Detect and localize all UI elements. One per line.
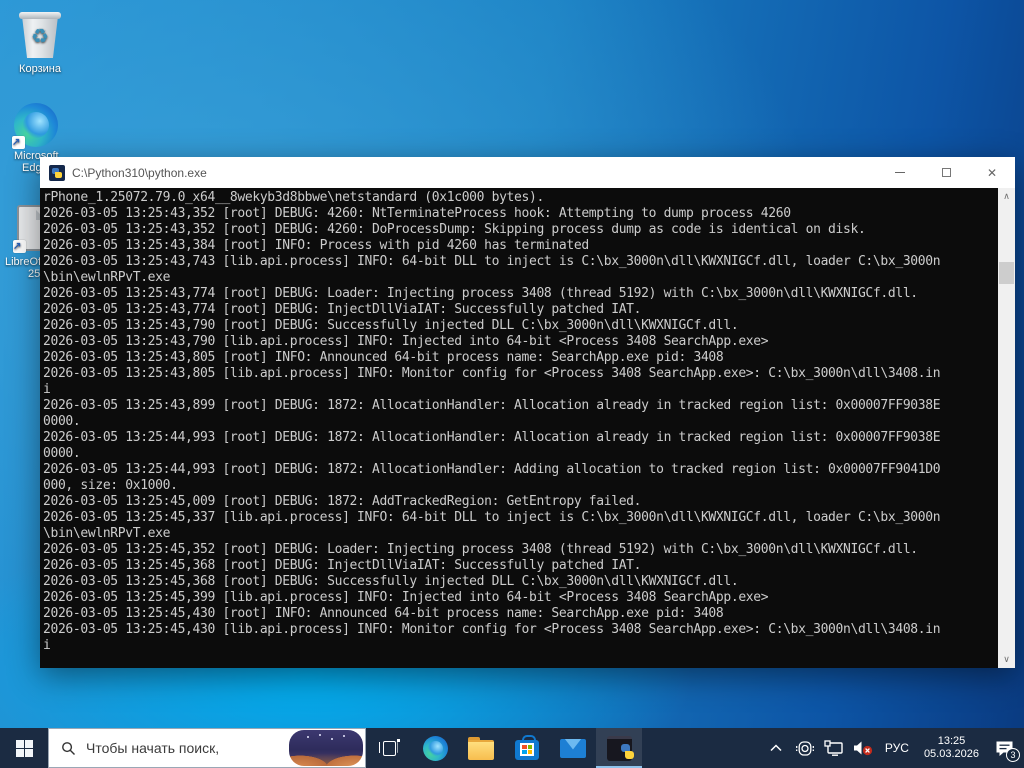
console-log-line: 2026-03-05 13:25:43,774 [root] DEBUG: Lo… [43,286,918,301]
clock[interactable]: 13:25 05.03.2026 [920,735,983,761]
console-log-line: 2026-03-05 13:25:45,430 [root] INFO: Ann… [43,606,724,621]
clock-date: 05.03.2026 [923,748,979,760]
console-log-line: \bin\ewlnRPvT.exe [43,270,171,285]
search-highlight-image[interactable] [289,730,363,766]
taskbar-search[interactable] [48,728,366,768]
console-log-line: i [43,382,51,397]
desktop: ♻ Корзина ↗ Microsoft Edge ↗ LibreOffice… [0,0,1024,768]
console-log-line: 2026-03-05 13:25:44,993 [root] DEBUG: 18… [43,462,941,477]
clock-time: 13:25 [937,735,966,747]
edge-icon: ↗ [12,103,58,149]
language-indicator[interactable]: РУС [881,741,913,755]
console-log-line: 2026-03-05 13:25:45,368 [root] DEBUG: In… [43,558,642,573]
taskbar: РУС 13:25 05.03.2026 3 [0,728,1024,768]
python-console-icon [606,735,634,761]
search-input[interactable] [86,740,285,756]
windows-logo-icon [15,739,33,757]
taskbar-app-file-explorer[interactable] [458,728,504,768]
console-log-line: 0000. [43,414,81,429]
taskbar-app-mail[interactable] [550,728,596,768]
scrollbar-thumb[interactable] [999,262,1014,284]
taskbar-app-python-console[interactable] [596,728,642,768]
desktop-icon-recycle-bin[interactable]: ♻ Корзина [2,8,78,75]
console-log-line: 2026-03-05 13:25:45,337 [lib.api.process… [43,510,941,525]
speaker-muted-icon [853,741,873,756]
tray-expand-button[interactable] [765,728,787,768]
console-log-line: \bin\ewlnRPvT.exe [43,526,171,541]
window-title: C:\Python310\python.exe [72,165,207,180]
scroll-down-icon[interactable]: ∨ [998,651,1015,668]
minimize-icon [895,172,905,173]
recycle-bin-icon: ♻ [16,8,64,60]
notification-badge: 3 [1006,748,1020,762]
console-output[interactable]: rPhone_1.25072.79.0_x64__8wekyb3d8bbwe\n… [40,188,1015,668]
console-log-line: 2026-03-05 13:25:43,352 [root] DEBUG: 42… [43,206,791,221]
console-log-line: 2026-03-05 13:25:45,368 [root] DEBUG: Su… [43,574,739,589]
start-button[interactable] [0,728,48,768]
maximize-button[interactable] [923,157,969,188]
console-log-line: 2026-03-05 13:25:43,774 [root] DEBUG: In… [43,302,642,317]
console-log-line: 2026-03-05 13:25:45,009 [root] DEBUG: 18… [43,494,642,509]
console-log-line: rPhone_1.25072.79.0_x64__8wekyb3d8bbwe\n… [43,190,544,205]
console-log-line: 2026-03-05 13:25:43,805 [root] INFO: Ann… [43,350,724,365]
mail-icon [560,738,586,758]
console-log-line: 2026-03-05 13:25:43,790 [root] DEBUG: Su… [43,318,739,333]
console-log-line: 2026-03-05 13:25:43,805 [lib.api.process… [43,366,941,381]
console-log-line: i [43,638,51,653]
console-log-line: 2026-03-05 13:25:43,352 [root] DEBUG: 42… [43,222,866,237]
file-explorer-icon [468,736,494,760]
shortcut-arrow-icon: ↗ [13,240,26,253]
search-icon [62,741,75,755]
task-view-icon [379,739,400,756]
console-log-line: 0000. [43,446,81,461]
console-log-line: 2026-03-05 13:25:43,899 [root] DEBUG: 18… [43,398,941,413]
scroll-up-icon[interactable]: ∧ [998,188,1015,205]
taskbar-app-edge[interactable] [412,728,458,768]
python-console-icon [49,164,65,181]
console-window: C:\Python310\python.exe ✕ rPhone_1.25072… [40,157,1015,668]
camera-icon [795,740,814,756]
console-scrollbar[interactable]: ∧ ∨ [998,188,1015,668]
console-log-line: 2026-03-05 13:25:45,399 [lib.api.process… [43,590,769,605]
console-log-line: 2026-03-05 13:25:44,993 [root] DEBUG: 18… [43,430,941,445]
console-log-line: 2026-03-05 13:25:45,352 [root] DEBUG: Lo… [43,542,918,557]
console-log-line: 2026-03-05 13:25:43,743 [lib.api.process… [43,254,941,269]
desktop-icon-label: Корзина [19,63,61,75]
console-titlebar[interactable]: C:\Python310\python.exe ✕ [40,157,1015,188]
edge-icon [422,735,448,761]
console-log-line: 000, size: 0x1000. [43,478,178,493]
console-log-line: 2026-03-05 13:25:43,384 [root] INFO: Pro… [43,238,589,253]
chevron-up-icon [770,744,782,752]
microsoft-store-icon [515,735,539,760]
volume-button[interactable] [852,728,874,768]
minimize-button[interactable] [877,157,923,188]
close-icon: ✕ [986,165,998,180]
console-log-line: 2026-03-05 13:25:43,790 [lib.api.process… [43,334,769,349]
meet-now-button[interactable] [794,728,816,768]
ethernet-network-icon [824,740,844,756]
action-center-button[interactable]: 3 [990,728,1020,768]
taskbar-app-store[interactable] [504,728,550,768]
close-button[interactable]: ✕ [969,157,1015,188]
shortcut-arrow-icon: ↗ [12,136,25,149]
console-log-line: 2026-03-05 13:25:45,430 [lib.api.process… [43,622,941,637]
maximize-icon [941,168,951,177]
task-view-button[interactable] [366,728,412,768]
network-button[interactable] [823,728,845,768]
